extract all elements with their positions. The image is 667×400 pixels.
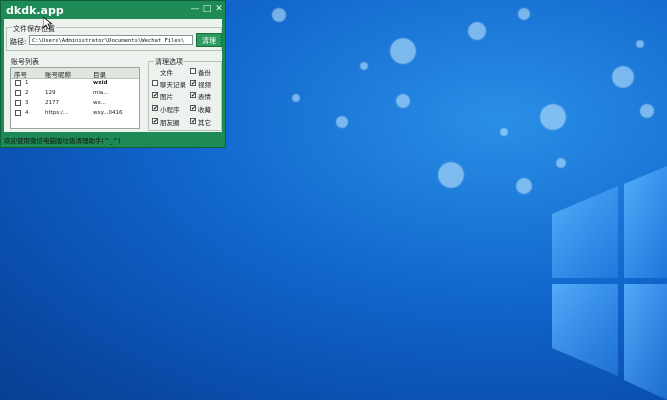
option-video-checkbox[interactable] (190, 80, 196, 86)
row-checkbox[interactable] (15, 100, 21, 106)
option-label: 备份 (198, 69, 211, 77)
status-bar-text: 欢迎使用微信电脑版垃圾清理助手(^_^) (4, 137, 121, 145)
mouse-cursor-icon (43, 17, 52, 30)
bokeh-light (438, 162, 464, 188)
option-image-checkbox[interactable] (152, 92, 158, 98)
bokeh-light (468, 22, 486, 40)
option-label: 小程序 (160, 106, 180, 114)
option-emoji-checkbox[interactable] (190, 92, 196, 98)
option-label: 视频 (198, 81, 211, 89)
column-header-nickname[interactable]: 账号昵称 (45, 69, 71, 79)
row-checkbox[interactable] (15, 80, 21, 86)
option-label: 表情 (198, 93, 211, 101)
table-row[interactable]: 2 129 mia... (11, 89, 139, 98)
option-label: 其它 (198, 119, 211, 127)
account-table: 序号 账号昵称 目录 1 wxid 2 129 mia... 3 2177 wx… (10, 67, 140, 129)
app-window: dkdk.app — □ ✕ 文件保存位置 路径: C:\Users\Admin… (0, 0, 226, 148)
account-list-label: 账号列表 (11, 58, 39, 66)
close-button[interactable]: ✕ (214, 4, 224, 14)
path-label: 路径: (10, 38, 27, 46)
option-other-checkbox[interactable] (190, 118, 196, 124)
option-backup-checkbox[interactable] (190, 68, 196, 74)
clean-options-label: 清理选项 (154, 57, 184, 67)
bokeh-light (612, 66, 634, 88)
row-checkbox[interactable] (15, 90, 21, 96)
row-no: 1 (25, 80, 29, 86)
row-dir: wxid (93, 80, 108, 86)
table-row[interactable]: 3 2177 wx... (11, 99, 139, 108)
row-nickname: 129 (45, 90, 56, 96)
row-dir: wx... (93, 100, 106, 106)
bokeh-light (500, 128, 508, 136)
row-checkbox[interactable] (15, 110, 21, 116)
option-label: 文件 (160, 69, 173, 77)
option-moments-checkbox[interactable] (152, 118, 158, 124)
bokeh-light (292, 94, 300, 102)
title-bar[interactable]: dkdk.app — □ ✕ (1, 1, 225, 19)
table-row[interactable]: 4 https:/... wxy...0416 (11, 109, 139, 118)
bokeh-light (396, 94, 410, 108)
row-nickname: 2177 (45, 100, 59, 106)
bokeh-light (516, 178, 532, 194)
table-row[interactable]: 1 wxid (11, 79, 139, 88)
bokeh-light (640, 104, 654, 118)
option-files[interactable]: 文件 (156, 67, 173, 77)
table-header: 序号 账号昵称 目录 (11, 68, 139, 79)
bokeh-light (518, 8, 530, 20)
bokeh-light (360, 62, 368, 70)
row-dir: mia... (93, 90, 109, 96)
windows-logo-icon (552, 166, 667, 400)
clean-button[interactable]: 清理 (196, 33, 222, 47)
main-panel: 文件保存位置 路径: C:\Users\Administrator\Docume… (4, 19, 222, 132)
column-header-dir[interactable]: 目录 (93, 69, 106, 79)
maximize-button[interactable]: □ (202, 4, 212, 14)
column-header-no[interactable]: 序号 (14, 69, 27, 79)
bokeh-light (636, 40, 644, 48)
row-no: 2 (25, 90, 29, 96)
option-label: 收藏 (198, 106, 211, 114)
bokeh-light (336, 116, 348, 128)
row-dir: wxy...0416 (93, 110, 123, 116)
bokeh-light (540, 104, 566, 130)
option-label: 图片 (160, 93, 173, 101)
option-label: 朋友圈 (160, 119, 180, 127)
row-no: 3 (25, 100, 29, 106)
bokeh-light (390, 38, 416, 64)
row-no: 4 (25, 110, 29, 116)
option-chat-checkbox[interactable] (152, 80, 158, 86)
option-label: 聊天记录 (160, 81, 186, 89)
option-favorites-checkbox[interactable] (190, 105, 196, 111)
row-nickname: https:/... (45, 110, 69, 116)
window-title: dkdk.app (6, 4, 64, 17)
minimize-button[interactable]: — (190, 4, 200, 14)
bokeh-light (272, 8, 286, 22)
option-miniprogram-checkbox[interactable] (152, 105, 158, 111)
path-input[interactable]: C:\Users\Administrator\Documents\Wechat … (29, 35, 193, 45)
